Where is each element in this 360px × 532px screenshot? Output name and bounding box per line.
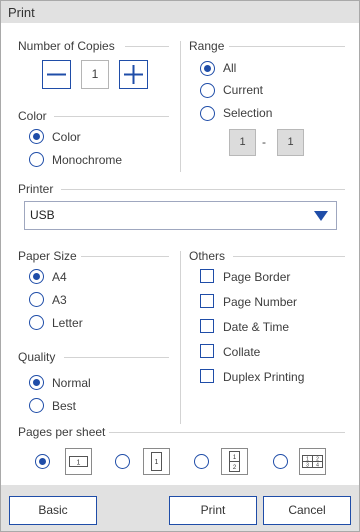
- collate-label: Collate: [223, 345, 261, 359]
- pages-per-sheet-label: Pages per sheet: [18, 425, 106, 439]
- others-divider: [233, 256, 345, 257]
- range-all-radio[interactable]: [200, 61, 215, 76]
- two-pages-icon[interactable]: 12: [221, 448, 248, 475]
- one-page-landscape-icon[interactable]: 1: [65, 448, 92, 475]
- dropdown-arrow-icon: [314, 211, 328, 221]
- duplex-printing-checkbox[interactable]: [200, 369, 214, 383]
- copies-input[interactable]: 1: [81, 60, 109, 89]
- range-to-input[interactable]: 1: [277, 129, 304, 156]
- quality-best-label: Best: [52, 399, 77, 413]
- print-button[interactable]: Print: [169, 496, 257, 525]
- pages-per-sheet-divider: [109, 432, 345, 433]
- plus-icon: [124, 65, 143, 84]
- page-number-checkbox[interactable]: [200, 294, 214, 308]
- collate-checkbox[interactable]: [200, 344, 214, 358]
- color-color-radio[interactable]: [29, 129, 44, 144]
- range-selection-radio[interactable]: [200, 106, 215, 121]
- pps-1p-digit: 1: [155, 459, 159, 466]
- one-page-portrait-icon[interactable]: 1: [143, 448, 170, 475]
- color-label: Color: [18, 109, 47, 123]
- minus-icon: [47, 73, 66, 76]
- paper-size-divider: [81, 256, 169, 257]
- paper-size-label: Paper Size: [18, 249, 77, 263]
- others-label: Others: [189, 249, 226, 263]
- printer-select[interactable]: USB: [24, 201, 337, 230]
- range-from-input[interactable]: 1: [229, 129, 256, 156]
- range-separator: -: [262, 135, 266, 149]
- range-divider: [229, 46, 345, 47]
- duplex-printing-label: Duplex Printing: [223, 370, 305, 384]
- range-current-label: Current: [223, 83, 264, 97]
- quality-normal-label: Normal: [52, 376, 91, 390]
- four-pages-icon[interactable]: 1234: [299, 448, 326, 475]
- pps-1-digit: 1: [77, 460, 81, 467]
- basic-button[interactable]: Basic: [9, 496, 97, 525]
- title-bar: Print: [1, 1, 359, 23]
- page-border-checkbox[interactable]: [200, 269, 214, 283]
- print-dialog: Print Number of Copies 1 Range All Curre…: [0, 0, 360, 532]
- range-label: Range: [189, 39, 225, 53]
- color-monochrome-label: Monochrome: [52, 153, 123, 167]
- button-bar: Basic Print Cancel: [1, 485, 359, 531]
- pps-4-digit-3: 3: [306, 463, 309, 469]
- range-selection-label: Selection: [223, 106, 273, 120]
- paper-a3-label: A3: [52, 293, 67, 307]
- color-monochrome-radio[interactable]: [29, 152, 44, 167]
- quality-best-radio[interactable]: [29, 398, 44, 413]
- range-all-label: All: [223, 61, 237, 75]
- decrement-button[interactable]: [42, 60, 71, 89]
- pps-4-radio[interactable]: [273, 454, 288, 469]
- cancel-button[interactable]: Cancel: [263, 496, 351, 525]
- paper-a4-radio[interactable]: [29, 269, 44, 284]
- printer-label: Printer: [18, 182, 54, 196]
- paper-letter-radio[interactable]: [29, 315, 44, 330]
- range-current-radio[interactable]: [200, 83, 215, 98]
- paper-a3-radio[interactable]: [29, 292, 44, 307]
- column-divider-bottom: [180, 251, 181, 424]
- pps-4-digit-4: 4: [316, 463, 319, 469]
- window-title: Print: [8, 5, 35, 20]
- paper-a4-label: A4: [52, 270, 67, 284]
- quality-normal-radio[interactable]: [29, 375, 44, 390]
- quality-divider: [64, 357, 169, 358]
- page-border-label: Page Border: [223, 270, 291, 284]
- page-number-label: Page Number: [223, 295, 298, 309]
- increment-button[interactable]: [119, 60, 148, 89]
- paper-letter-label: Letter: [52, 316, 83, 330]
- pps-1-portrait-radio[interactable]: [115, 454, 130, 469]
- color-color-label: Color: [52, 130, 81, 144]
- pps-1-landscape-radio[interactable]: [35, 454, 50, 469]
- printer-select-value: USB: [30, 208, 55, 222]
- copies-divider: [125, 46, 169, 47]
- column-divider-top: [180, 41, 181, 172]
- quality-label: Quality: [18, 350, 56, 364]
- printer-divider: [61, 189, 345, 190]
- color-divider: [54, 116, 169, 117]
- pps-2-radio[interactable]: [194, 454, 209, 469]
- date-time-label: Date & Time: [223, 320, 290, 334]
- date-time-checkbox[interactable]: [200, 319, 214, 333]
- copies-label: Number of Copies: [18, 39, 115, 53]
